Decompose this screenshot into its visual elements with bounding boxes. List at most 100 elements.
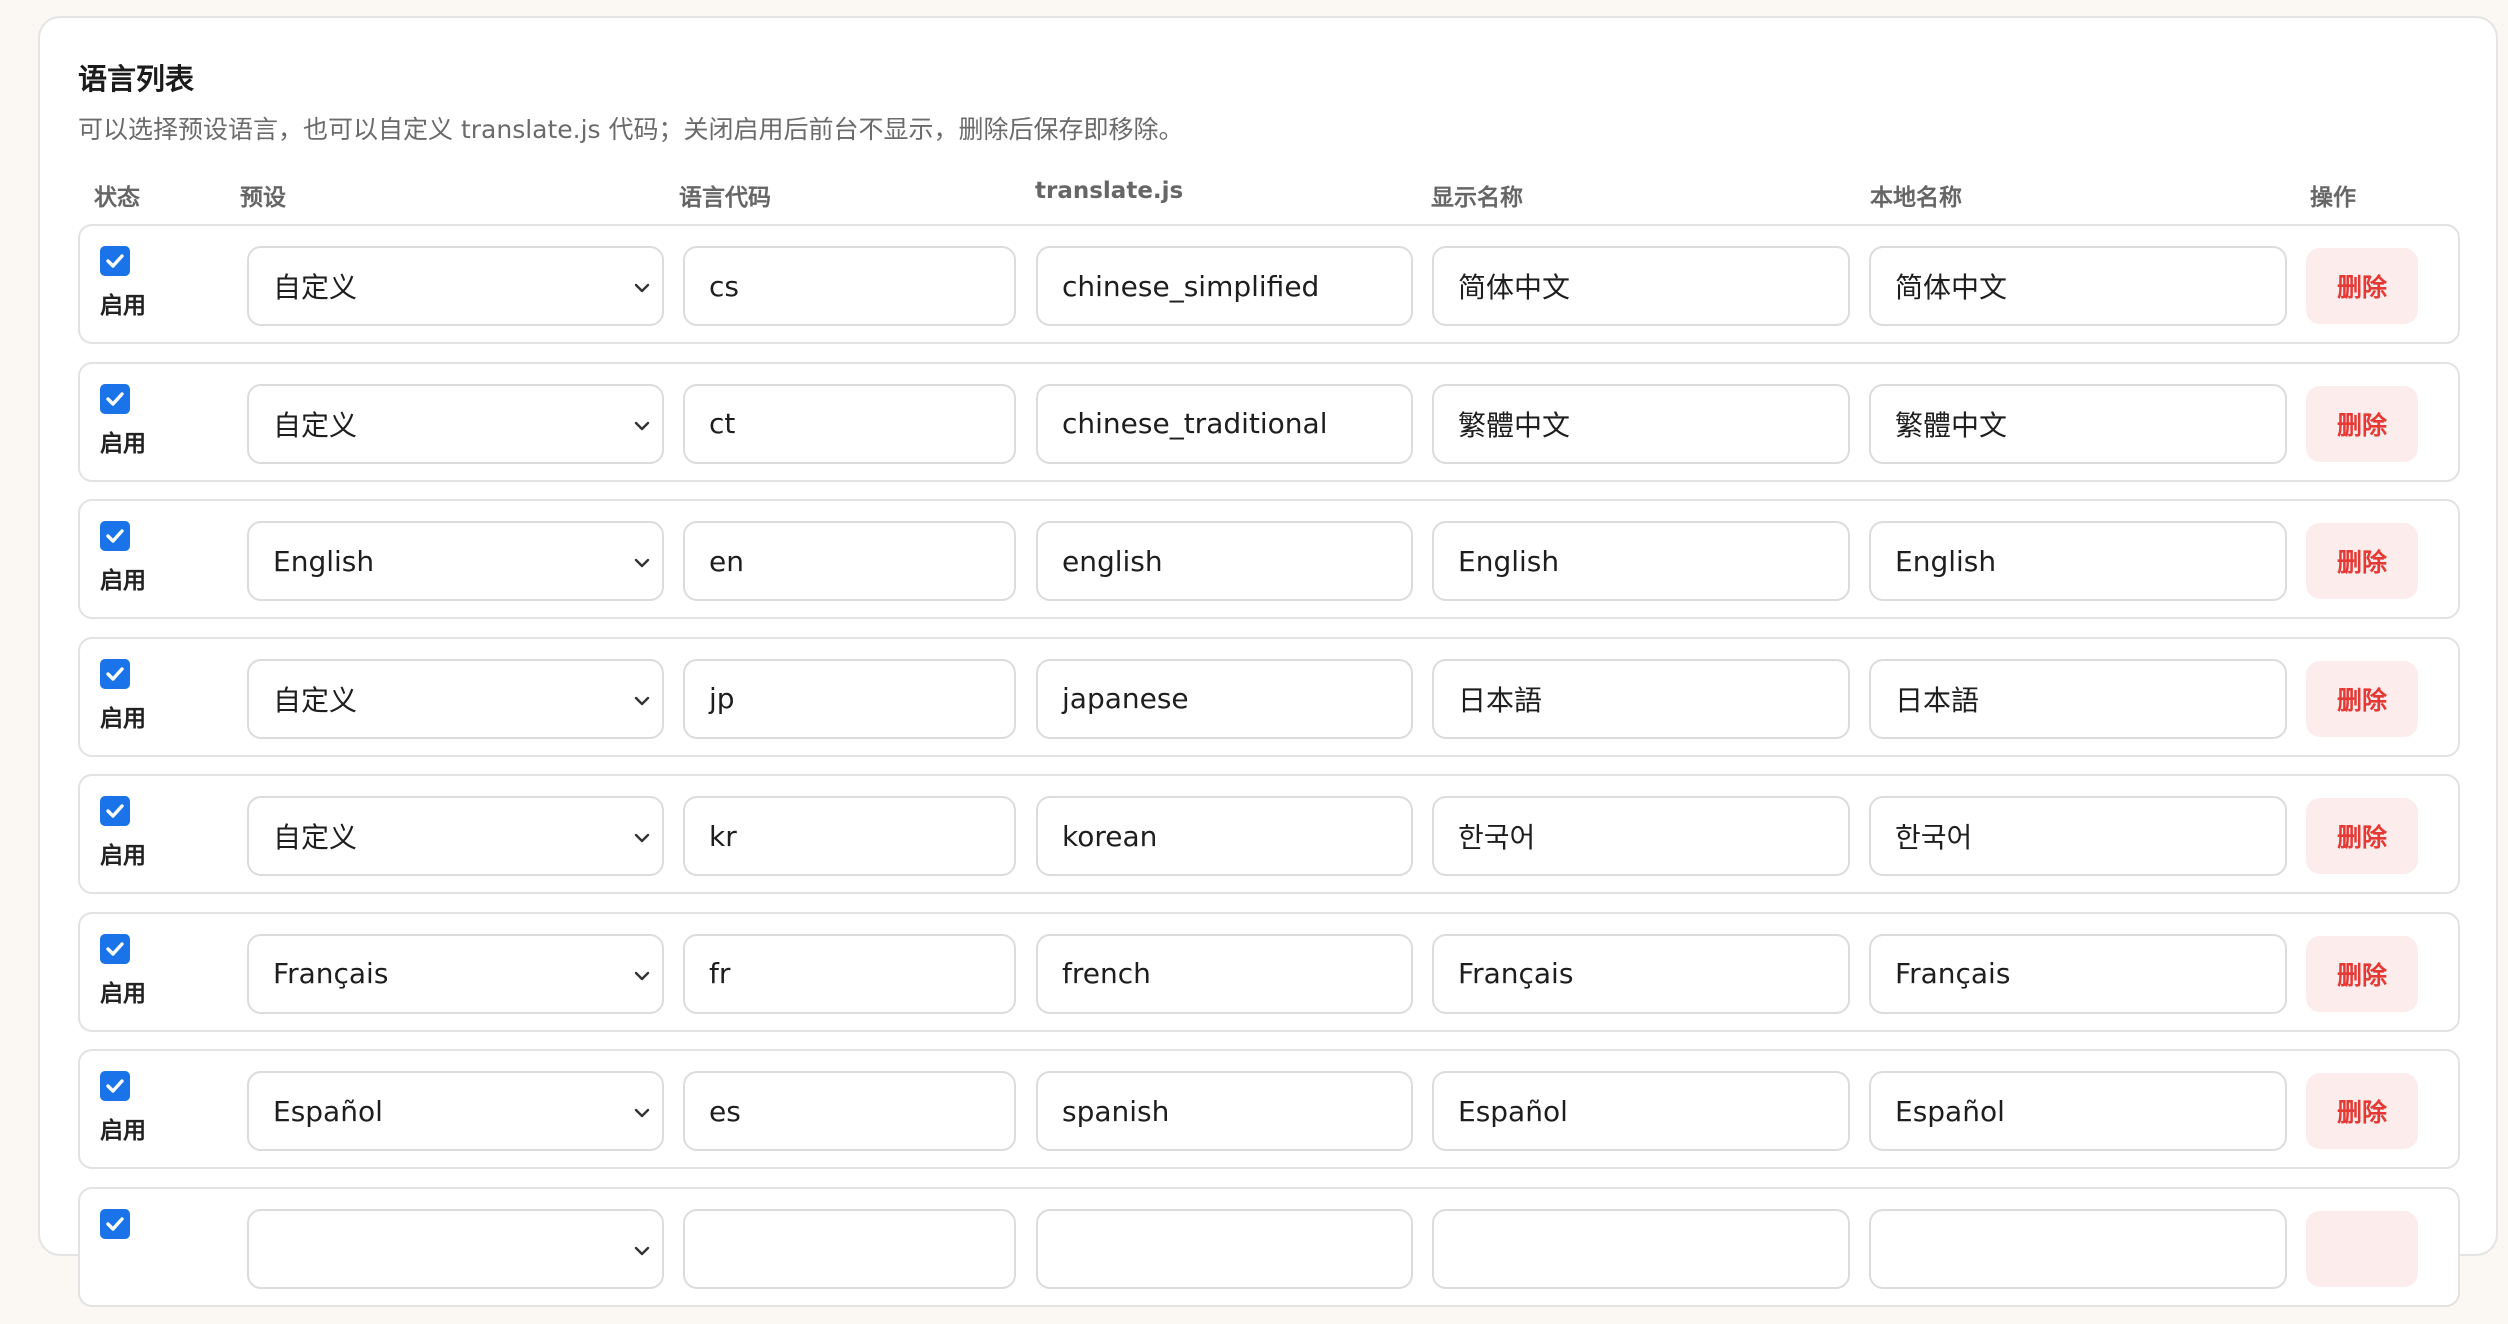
language-code-input[interactable]: cs: [683, 246, 1016, 326]
status-cell: 启用: [100, 933, 160, 1008]
status-cell: [100, 1208, 160, 1249]
translatejs-code-input[interactable]: korean: [1036, 796, 1413, 876]
enabled-checkbox[interactable]: [100, 383, 130, 414]
language-row: 启用 自定义 kr korean 한국어 한국어 删除: [78, 774, 2460, 894]
display-name-input[interactable]: [1432, 1208, 1850, 1289]
status-cell: 启用: [100, 1071, 160, 1145]
language-code-input[interactable]: jp: [683, 658, 1016, 739]
enabled-label: 启用: [100, 843, 146, 869]
language-row: [78, 1186, 2460, 1307]
translatejs-code-input[interactable]: [1036, 1208, 1413, 1289]
chevron-down-icon: [634, 283, 650, 293]
status-cell: 启用: [100, 246, 160, 320]
preset-select-value: 自定义: [273, 408, 358, 442]
language-rows: 启用 自定义 cs chinese_simplified 简体中文 简体中文 删…: [78, 224, 2460, 1324]
enabled-checkbox[interactable]: [100, 521, 130, 551]
section-title: 语言列表: [78, 62, 195, 96]
local-name-input[interactable]: Español: [1869, 1071, 2287, 1151]
translatejs-code-input[interactable]: chinese_traditional: [1036, 383, 1413, 464]
delete-button[interactable]: 删除: [2306, 248, 2418, 324]
display-name-input[interactable]: Français: [1432, 933, 1850, 1014]
checkmark-icon: [106, 529, 124, 543]
delete-button[interactable]: 删除: [2306, 935, 2418, 1012]
enabled-checkbox[interactable]: [100, 796, 130, 826]
checkmark-icon: [106, 391, 124, 406]
local-name-input[interactable]: 简体中文: [1869, 246, 2287, 326]
language-row: 启用 English en english English English 删除: [78, 499, 2460, 619]
language-row: 启用 Français fr french Français Français …: [78, 911, 2460, 1032]
preset-select-value: 自定义: [273, 821, 358, 854]
column-header-code: 语言代码: [679, 185, 771, 211]
chevron-down-icon: [634, 971, 650, 980]
section-description: 可以选择预设语言，也可以自定义 translate.js 代码；关闭启用后前台不…: [78, 115, 1184, 144]
preset-select[interactable]: 自定义: [247, 796, 664, 876]
column-header-status: 状态: [94, 185, 140, 211]
enabled-label: 启用: [100, 980, 146, 1007]
language-row: 启用 自定义 cs chinese_simplified 简体中文 简体中文 删…: [78, 224, 2460, 344]
checkmark-icon: [106, 666, 124, 681]
enabled-checkbox[interactable]: [100, 246, 130, 276]
local-name-input[interactable]: [1869, 1208, 2287, 1289]
preset-select[interactable]: 自定义: [247, 383, 664, 464]
display-name-input[interactable]: English: [1432, 521, 1850, 601]
translatejs-code-input[interactable]: english: [1036, 521, 1413, 601]
language-code-input[interactable]: ct: [683, 383, 1016, 464]
column-header-translatejs: translate.js: [1035, 178, 1184, 204]
chevron-down-icon: [634, 558, 650, 568]
language-code-input[interactable]: [683, 1208, 1016, 1289]
preset-select[interactable]: 自定义: [247, 658, 664, 739]
preset-select[interactable]: [247, 1208, 664, 1289]
local-name-input[interactable]: 繁體中文: [1869, 383, 2287, 464]
status-cell: 启用: [100, 796, 160, 870]
preset-select-value: 自定义: [273, 271, 358, 304]
delete-button[interactable]: 删除: [2306, 660, 2418, 737]
translatejs-code-input[interactable]: japanese: [1036, 658, 1413, 739]
local-name-input[interactable]: 日本語: [1869, 658, 2287, 739]
display-name-input[interactable]: Español: [1432, 1071, 1850, 1151]
enabled-checkbox[interactable]: [100, 658, 130, 689]
enabled-label: 启用: [100, 430, 146, 457]
translatejs-code-input[interactable]: chinese_simplified: [1036, 246, 1413, 326]
language-code-input[interactable]: en: [683, 521, 1016, 601]
language-code-input[interactable]: kr: [683, 796, 1016, 876]
preset-select[interactable]: 自定义: [247, 246, 664, 326]
delete-button[interactable]: 删除: [2306, 1073, 2418, 1149]
enabled-checkbox[interactable]: [100, 933, 130, 964]
delete-button[interactable]: 删除: [2306, 523, 2418, 599]
language-code-input[interactable]: es: [683, 1071, 1016, 1151]
checkmark-icon: [106, 941, 124, 956]
enabled-label: 启用: [100, 1118, 146, 1144]
checkmark-icon: [106, 254, 124, 268]
delete-button[interactable]: 删除: [2306, 798, 2418, 874]
preset-select[interactable]: Español: [247, 1071, 664, 1151]
language-code-input[interactable]: fr: [683, 933, 1016, 1014]
local-name-input[interactable]: Français: [1869, 933, 2287, 1014]
display-name-input[interactable]: 繁體中文: [1432, 383, 1850, 464]
preset-select-value: Español: [273, 1094, 383, 1128]
preset-select-value: English: [273, 544, 375, 578]
chevron-down-icon: [634, 833, 650, 843]
checkmark-icon: [106, 804, 124, 818]
chevron-down-icon: [634, 421, 650, 430]
delete-button[interactable]: [2306, 1210, 2418, 1287]
enabled-checkbox[interactable]: [100, 1208, 130, 1239]
language-row: 启用 自定义 ct chinese_traditional 繁體中文 繁體中文 …: [78, 361, 2460, 482]
display-name-input[interactable]: 한국어: [1432, 796, 1850, 876]
delete-button[interactable]: 删除: [2306, 385, 2418, 462]
column-header-local-name: 本地名称: [1870, 185, 1962, 211]
translatejs-code-input[interactable]: french: [1036, 933, 1413, 1014]
enabled-checkbox[interactable]: [100, 1071, 130, 1101]
column-header-display-name: 显示名称: [1431, 185, 1523, 211]
column-header-preset: 预设: [240, 185, 286, 211]
chevron-down-icon: [634, 696, 650, 705]
local-name-input[interactable]: 한국어: [1869, 796, 2287, 876]
preset-select[interactable]: Français: [247, 933, 664, 1014]
translatejs-code-input[interactable]: spanish: [1036, 1071, 1413, 1151]
preset-select[interactable]: English: [247, 521, 664, 601]
local-name-input[interactable]: English: [1869, 521, 2287, 601]
display-name-input[interactable]: 日本語: [1432, 658, 1850, 739]
preset-select-value: Français: [273, 957, 389, 990]
display-name-input[interactable]: 简体中文: [1432, 246, 1850, 326]
enabled-label: 启用: [100, 705, 146, 732]
preset-select-value: 自定义: [273, 683, 358, 717]
